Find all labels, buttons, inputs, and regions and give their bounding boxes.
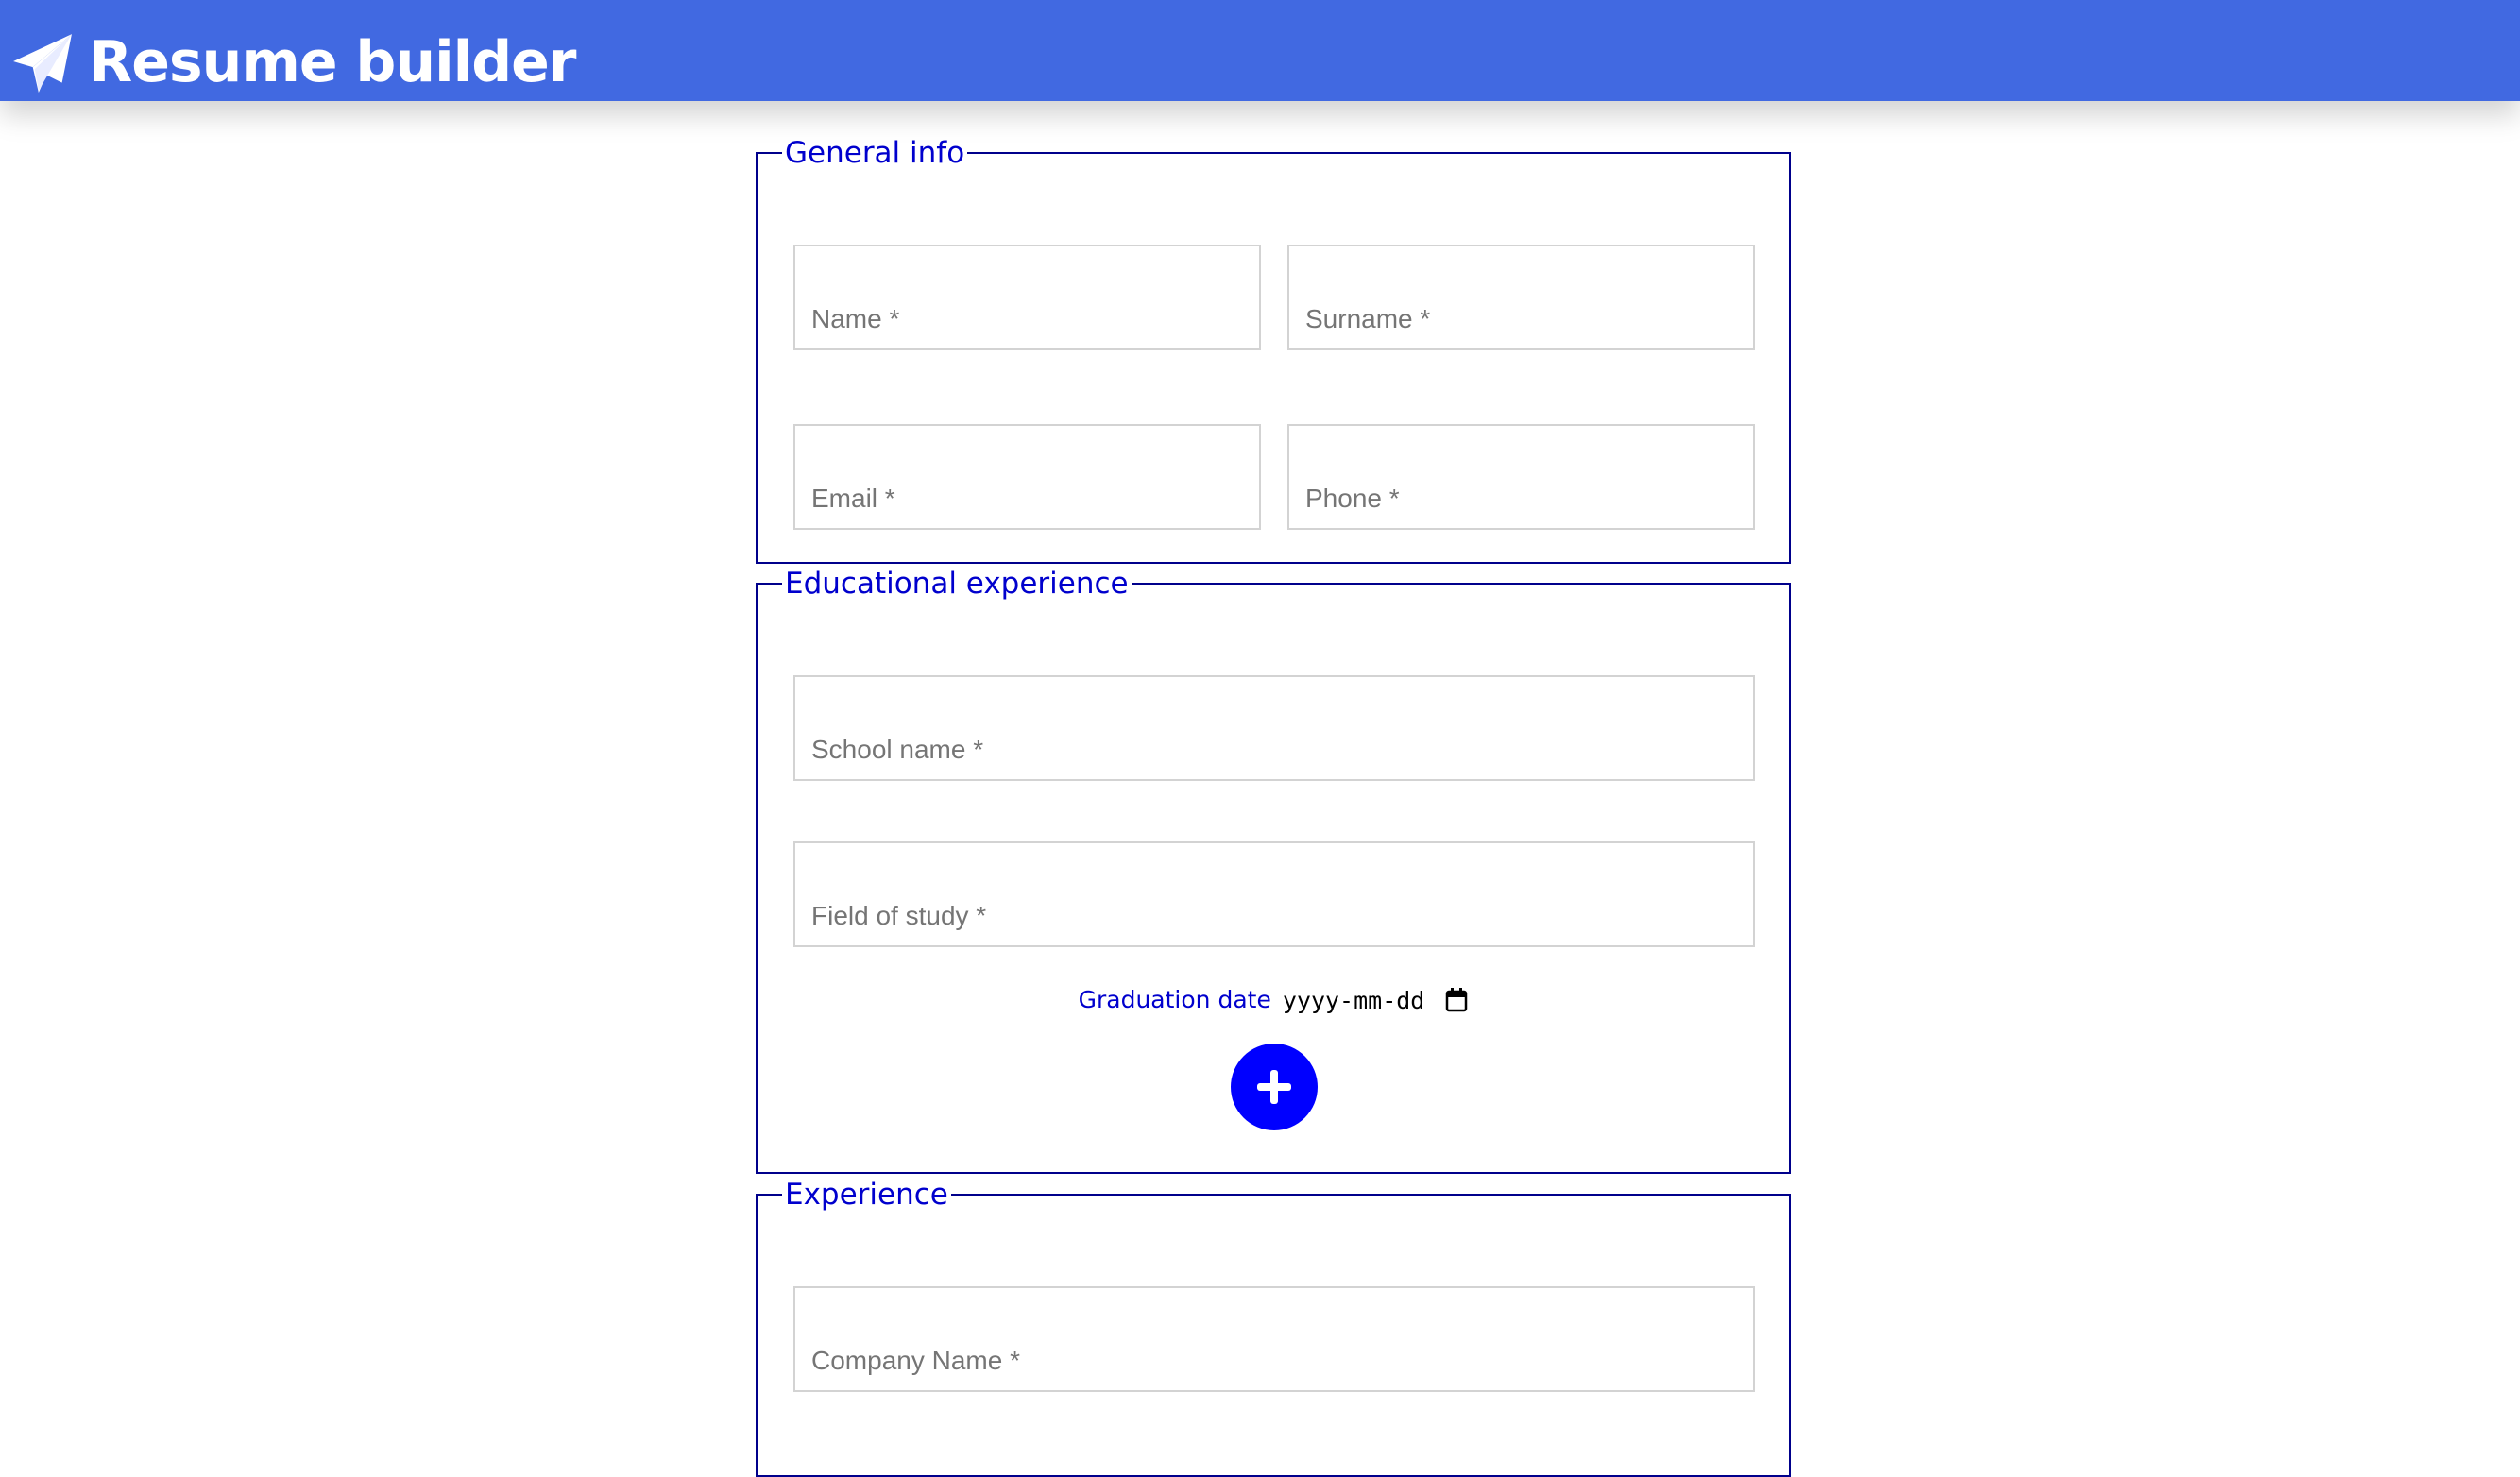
add-education-button[interactable] bbox=[1231, 1044, 1318, 1130]
experience-section: Experience Company Name * bbox=[756, 1177, 1791, 1477]
education-legend: Educational experience bbox=[782, 566, 1132, 602]
general-info-section: General info Name * Surname * Email * Ph… bbox=[756, 135, 1791, 564]
general-info-legend: General info bbox=[782, 135, 968, 171]
school-name-input[interactable]: School name * bbox=[793, 675, 1755, 781]
experience-legend: Experience bbox=[782, 1177, 951, 1213]
field-of-study-input[interactable]: Field of study * bbox=[793, 841, 1755, 947]
name-input[interactable]: Name * bbox=[793, 245, 1261, 350]
email-placeholder: Email * bbox=[811, 484, 895, 513]
paper-plane-icon bbox=[13, 34, 72, 93]
graduation-date-row: Graduation date yyyy-mm-dd bbox=[758, 986, 1789, 1014]
surname-input[interactable]: Surname * bbox=[1287, 245, 1755, 350]
graduation-date-label: Graduation date bbox=[1078, 986, 1271, 1013]
graduation-date-input[interactable]: yyyy-mm-dd bbox=[1283, 987, 1469, 1014]
education-section: Educational experience School name * Fie… bbox=[756, 566, 1791, 1174]
school-name-placeholder: School name * bbox=[811, 735, 984, 764]
phone-input[interactable]: Phone * bbox=[1287, 424, 1755, 530]
date-placeholder: yyyy-mm-dd bbox=[1282, 986, 1425, 1014]
phone-placeholder: Phone * bbox=[1305, 484, 1400, 513]
calendar-icon[interactable] bbox=[1445, 988, 1468, 1012]
surname-placeholder: Surname * bbox=[1305, 304, 1431, 333]
company-name-placeholder: Company Name * bbox=[811, 1346, 1020, 1375]
company-name-input[interactable]: Company Name * bbox=[793, 1286, 1755, 1392]
app-title: Resume builder bbox=[89, 29, 576, 95]
field-of-study-placeholder: Field of study * bbox=[811, 901, 987, 930]
app-header: Resume builder bbox=[0, 0, 2520, 101]
plus-icon bbox=[1257, 1070, 1291, 1104]
name-placeholder: Name * bbox=[811, 304, 900, 333]
email-input[interactable]: Email * bbox=[793, 424, 1261, 530]
